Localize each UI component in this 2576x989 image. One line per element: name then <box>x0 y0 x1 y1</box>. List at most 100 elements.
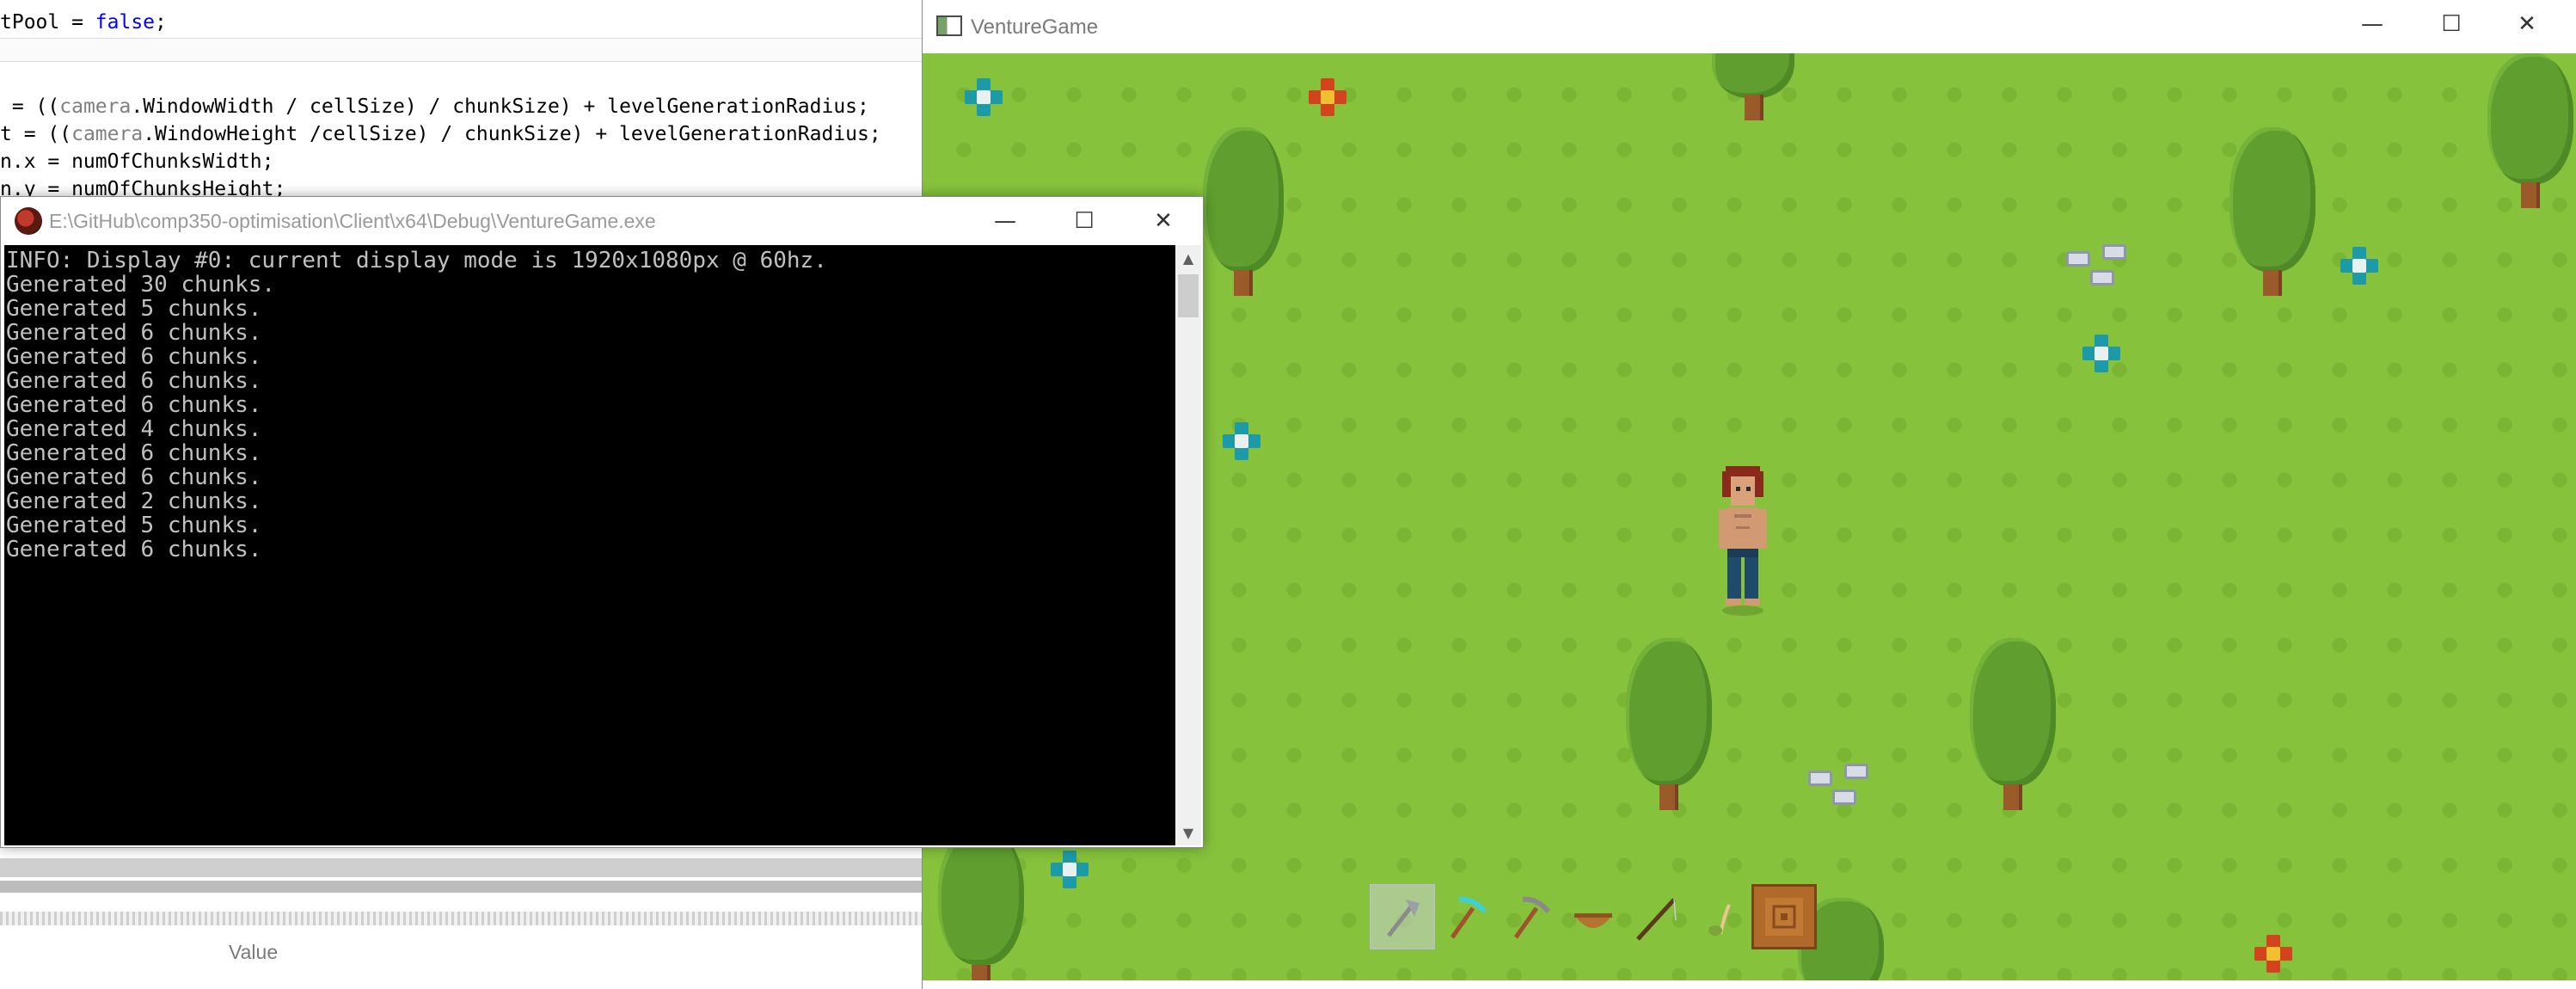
tree <box>2229 127 2315 296</box>
game-titlebar[interactable]: VentureGame — ☐ ✕ <box>923 0 2576 53</box>
scroll-up-icon[interactable]: ▲ <box>1175 245 1201 271</box>
hotbar <box>1370 884 1886 956</box>
fishing-rod-icon <box>1636 898 1677 941</box>
rock <box>1832 789 1856 805</box>
flower-center <box>1063 863 1076 876</box>
console-line: Generated 5 chunks. <box>6 513 262 538</box>
flower-petal <box>1235 446 1248 460</box>
console-line: Generated 6 chunks. <box>6 464 262 490</box>
console-line: Generated 6 chunks. <box>6 368 262 394</box>
flower-center <box>1321 90 1334 104</box>
close-button[interactable]: ✕ <box>1124 197 1203 245</box>
rock <box>1808 771 1832 786</box>
hotbar-slot-bowl[interactable] <box>1561 884 1626 949</box>
code-token: .WindowWidth / cellSize) / chunkSize) + … <box>131 95 869 118</box>
console-titlebar[interactable]: E:\GitHub\comp350-optimisation\Client\x6… <box>1 197 1203 245</box>
seed-icon <box>1708 904 1731 936</box>
flower-petal <box>2279 947 2292 961</box>
tree <box>1626 638 1712 810</box>
console-scrollbar[interactable]: ▲ ▼ <box>1175 245 1201 845</box>
scroll-down-icon[interactable]: ▼ <box>1175 820 1201 845</box>
flower-petal <box>1333 90 1346 104</box>
hotbar-slot-axe[interactable] <box>1370 884 1435 949</box>
pickaxe-diamond-icon <box>1450 896 1487 939</box>
code-line[interactable]: t = ((camera.WindowHeight /cellSize) / c… <box>0 120 881 148</box>
code-token: t = (( <box>0 123 72 145</box>
hotbar-slot-diamond-pickaxe[interactable] <box>1433 884 1499 949</box>
editor-horizontal-scrollbar[interactable] <box>0 858 924 877</box>
console-line: Generated 4 chunks. <box>6 416 262 442</box>
tree <box>1203 127 1284 296</box>
scrollbar-thumb[interactable] <box>1178 274 1199 317</box>
console-output[interactable]: INFO: Display #0: current display mode i… <box>4 245 1175 845</box>
code-token: camera <box>71 123 144 145</box>
code-line[interactable]: n.x = numOfChunksWidth; <box>0 148 274 175</box>
console-window[interactable]: E:\GitHub\comp350-optimisation\Client\x6… <box>0 196 1204 848</box>
close-button[interactable]: ✕ <box>2487 0 2567 48</box>
red-flower <box>1308 77 1347 117</box>
code-token: camera <box>59 95 132 118</box>
maximize-button[interactable]: ☐ <box>2412 0 2491 48</box>
flower-petal <box>1321 102 1334 116</box>
flower-petal <box>977 102 991 116</box>
code-token: n.x = numOfChunksWidth; <box>0 150 274 173</box>
code-token: = (( <box>0 95 60 118</box>
console-line: Generated 5 chunks. <box>6 296 262 322</box>
tree <box>1712 53 1794 120</box>
hotbar-slot-pickaxe[interactable] <box>1497 884 1562 949</box>
console-line: Generated 6 chunks. <box>6 440 262 466</box>
window-title: E:\GitHub\comp350-optimisation\Client\x6… <box>49 210 656 232</box>
bowl-icon <box>1574 913 1612 928</box>
editor-separator <box>0 38 924 62</box>
console-line: Generated 30 chunks. <box>6 272 276 298</box>
blue-flower <box>1222 421 1261 461</box>
flower-center <box>977 90 991 104</box>
flower-petal <box>989 90 1003 104</box>
rock <box>2102 244 2126 260</box>
wood-log-icon <box>1765 898 1803 936</box>
app-icon <box>936 15 962 36</box>
console-line: Generated 6 chunks. <box>6 320 262 346</box>
rock <box>2090 270 2114 286</box>
flower-petal <box>2352 271 2366 285</box>
tree <box>1970 638 2056 810</box>
code-line[interactable]: tPool = false; <box>0 9 167 36</box>
blue-flower <box>2340 246 2379 286</box>
rock <box>1844 764 1868 779</box>
blue-flower <box>964 77 1003 117</box>
flower-petal <box>1063 875 1076 888</box>
console-line: Generated 6 chunks. <box>6 392 262 418</box>
panel-grip[interactable] <box>0 912 924 925</box>
rock <box>2066 251 2090 267</box>
minimize-button[interactable]: — <box>2333 0 2412 48</box>
minimize-button[interactable]: — <box>966 197 1045 245</box>
flower-petal <box>1247 434 1260 448</box>
panel-splitter[interactable] <box>0 881 924 893</box>
console-line: INFO: Display #0: current display mode i… <box>6 248 827 273</box>
code-token: false <box>95 11 156 34</box>
console-line: Generated 2 chunks. <box>6 488 262 514</box>
flower-center <box>2352 259 2366 273</box>
code-token: ; <box>155 11 167 34</box>
flower-center <box>1235 434 1248 448</box>
hotbar-slot-fishing-rod[interactable] <box>1624 884 1690 949</box>
console-line: Generated 6 chunks. <box>6 537 262 562</box>
flower-petal <box>2364 259 2378 273</box>
code-token: tPool = <box>0 11 95 34</box>
flower-petal <box>2266 959 2280 973</box>
pickaxe-icon <box>1513 896 1551 939</box>
flower-center <box>2266 947 2280 961</box>
flower-petal <box>1075 863 1089 876</box>
window-title: VentureGame <box>971 15 1099 39</box>
code-line[interactable]: = ((camera.WindowWidth / cellSize) / chu… <box>0 93 869 120</box>
watch-value-column-header[interactable]: Value <box>229 941 278 964</box>
blue-flower <box>1050 850 1089 889</box>
axe-icon <box>1387 900 1420 937</box>
flower-center <box>2095 347 2108 360</box>
player-character <box>1719 466 1767 616</box>
maximize-button[interactable]: ☐ <box>1045 197 1124 245</box>
code-token: .WindowHeight /cellSize) / chunkSize) + … <box>143 123 881 145</box>
hotbar-slot-wood[interactable] <box>1751 884 1817 949</box>
hotbar-slot-seed[interactable] <box>1688 884 1753 949</box>
app-icon <box>15 207 42 235</box>
